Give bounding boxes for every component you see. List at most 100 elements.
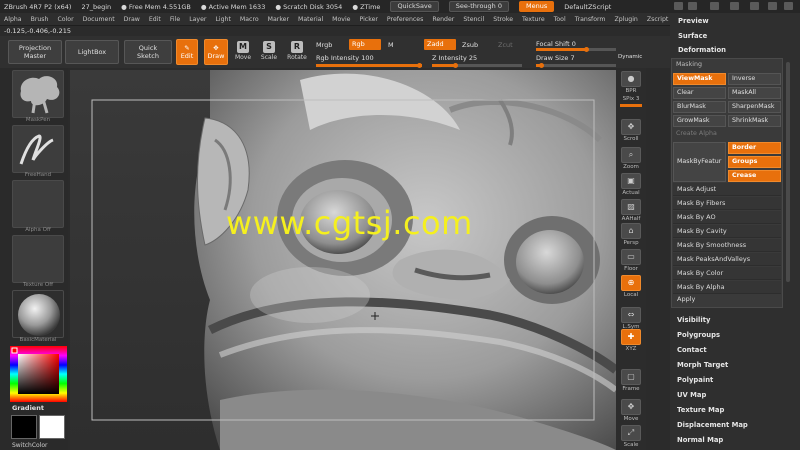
- menu-alpha[interactable]: Alpha: [4, 16, 22, 23]
- draw-button[interactable]: ✥ Draw: [204, 39, 228, 65]
- shelf-local[interactable]: ⊕ Local: [618, 274, 644, 302]
- shelf-bpr[interactable]: ● BPR: [618, 70, 644, 98]
- section-polypaint[interactable]: Polypaint: [677, 376, 713, 384]
- row-mask-by-ao[interactable]: Mask By AO: [673, 211, 781, 224]
- menu-light[interactable]: Light: [215, 16, 230, 23]
- shelf-actual[interactable]: ▣ Actual: [618, 172, 644, 200]
- zsub-button[interactable]: Zsub: [462, 41, 478, 49]
- section-normal-map[interactable]: Normal Map: [677, 436, 723, 444]
- menu-brush[interactable]: Brush: [31, 16, 49, 23]
- menu-zscript[interactable]: Zscript: [647, 16, 668, 23]
- row-mask-adjust[interactable]: Mask Adjust: [673, 183, 781, 196]
- focal-shift-slider[interactable]: [536, 47, 616, 52]
- palette-icon-6[interactable]: [768, 2, 777, 10]
- quick-sketch-button[interactable]: Quick Sketch: [124, 40, 172, 64]
- menu-layer[interactable]: Layer: [189, 16, 206, 23]
- mrgb-button[interactable]: Mrgb: [316, 41, 332, 49]
- switchcolor-button[interactable]: SwitchColor: [12, 442, 48, 449]
- row-mask-by-fibers[interactable]: Mask By Fibers: [673, 197, 781, 210]
- blurmask-button[interactable]: BlurMask: [673, 101, 726, 113]
- zadd-button[interactable]: Zadd: [424, 39, 456, 50]
- palette-icon-3[interactable]: [710, 2, 719, 10]
- menu-texture[interactable]: Texture: [522, 16, 545, 23]
- rgb-button[interactable]: Rgb: [349, 39, 381, 50]
- inverse-button[interactable]: Inverse: [728, 73, 781, 85]
- quicksave-button[interactable]: QuickSave: [390, 1, 439, 12]
- seethrough-slider[interactable]: See-through 0: [448, 1, 509, 12]
- draw-size-slider[interactable]: [536, 63, 616, 68]
- m-button[interactable]: M: [388, 41, 394, 49]
- section-displacement-map[interactable]: Displacement Map: [677, 421, 748, 429]
- shelf-zoom[interactable]: ⌕ Zoom: [618, 146, 644, 174]
- shelf-scale[interactable]: ⤢ Scale: [618, 424, 644, 450]
- masking-title[interactable]: Masking: [676, 61, 702, 68]
- palette-icon-2[interactable]: [688, 2, 697, 10]
- palette-icon-1[interactable]: [674, 2, 683, 10]
- crease-toggle[interactable]: Crease: [728, 170, 781, 182]
- section-morph-target[interactable]: Morph Target: [677, 361, 728, 369]
- menu-zplugin[interactable]: Zplugin: [614, 16, 637, 23]
- menu-color[interactable]: Color: [57, 16, 73, 23]
- section-uv-map[interactable]: UV Map: [677, 391, 706, 399]
- lightbox-button[interactable]: LightBox: [65, 40, 119, 64]
- brush-thumbnail[interactable]: [12, 70, 64, 118]
- shelf-scroll[interactable]: ✥ Scroll: [618, 118, 644, 146]
- groups-toggle[interactable]: Groups: [728, 156, 781, 168]
- row-mask-by-cavity[interactable]: Mask By Cavity: [673, 225, 781, 238]
- growmask-button[interactable]: GrowMask: [673, 115, 726, 127]
- menu-draw[interactable]: Draw: [124, 16, 140, 23]
- mask-by-feature-button[interactable]: MaskByFeatur: [673, 142, 726, 182]
- color-picker[interactable]: [10, 346, 67, 402]
- shelf-frame[interactable]: ▢ Frame: [618, 368, 644, 396]
- menu-marker[interactable]: Marker: [268, 16, 289, 23]
- menu-tool[interactable]: Tool: [554, 16, 566, 23]
- maskall-button[interactable]: MaskAll: [728, 87, 781, 99]
- projection-master-button[interactable]: Projection Master: [8, 40, 62, 64]
- shelf-move[interactable]: ✥ Move: [618, 398, 644, 426]
- menus-button[interactable]: Menus: [519, 1, 555, 12]
- menu-macro[interactable]: Macro: [240, 16, 259, 23]
- shelf-floor[interactable]: ▭ Floor: [618, 248, 644, 276]
- section-contact[interactable]: Contact: [677, 346, 707, 354]
- menu-preferences[interactable]: Preferences: [387, 16, 423, 23]
- clear-mask-button[interactable]: Clear: [673, 87, 726, 99]
- z-intensity-slider[interactable]: [432, 63, 522, 68]
- texture-thumbnail[interactable]: [12, 235, 64, 283]
- menu-picker[interactable]: Picker: [359, 16, 377, 23]
- section-visibility[interactable]: Visibility: [677, 316, 710, 324]
- row-mask-by-smoothness[interactable]: Mask By Smoothness: [673, 239, 781, 252]
- apply-button[interactable]: Apply: [673, 293, 781, 306]
- shelf-persp[interactable]: ⌂ Persp: [618, 222, 644, 250]
- menu-render[interactable]: Render: [432, 16, 454, 23]
- menu-transform[interactable]: Transform: [575, 16, 606, 23]
- rotate-button[interactable]: R Rotate: [284, 39, 310, 67]
- zcut-button[interactable]: Zcut: [498, 41, 513, 49]
- row-mask-peaksandvalleys[interactable]: Mask PeaksAndValleys: [673, 253, 781, 266]
- preview-section[interactable]: Preview: [678, 17, 709, 25]
- sharpenmask-button[interactable]: SharpenMask: [728, 101, 781, 113]
- menu-stroke[interactable]: Stroke: [493, 16, 513, 23]
- menu-movie[interactable]: Movie: [332, 16, 350, 23]
- palette-icon-7[interactable]: [784, 2, 793, 10]
- menu-stencil[interactable]: Stencil: [463, 16, 484, 23]
- rgb-intensity-slider[interactable]: [316, 63, 422, 68]
- shrinkmask-button[interactable]: ShrinkMask: [728, 115, 781, 127]
- move-button[interactable]: M Move: [230, 39, 256, 67]
- menu-material[interactable]: Material: [298, 16, 323, 23]
- main-color-swatch[interactable]: [11, 415, 37, 439]
- palette-icon-4[interactable]: [730, 2, 739, 10]
- shelf-xyz[interactable]: ✚ XYZ: [618, 328, 644, 356]
- surface-section[interactable]: Surface: [678, 32, 707, 40]
- scale-button[interactable]: S Scale: [256, 39, 282, 67]
- row-mask-by-color[interactable]: Mask By Color: [673, 267, 781, 280]
- border-toggle[interactable]: Border: [728, 142, 781, 154]
- alpha-thumbnail[interactable]: [12, 180, 64, 228]
- menu-edit[interactable]: Edit: [149, 16, 161, 23]
- viewmask-toggle[interactable]: ViewMask: [673, 73, 726, 85]
- secondary-color-swatch[interactable]: [39, 415, 65, 439]
- default-zscript-button[interactable]: DefaultZScript: [564, 3, 611, 11]
- menu-file[interactable]: File: [170, 16, 180, 23]
- edit-button[interactable]: ✎ Edit: [176, 39, 198, 65]
- palette-scrollbar[interactable]: [786, 62, 790, 282]
- section-texture-map[interactable]: Texture Map: [677, 406, 724, 414]
